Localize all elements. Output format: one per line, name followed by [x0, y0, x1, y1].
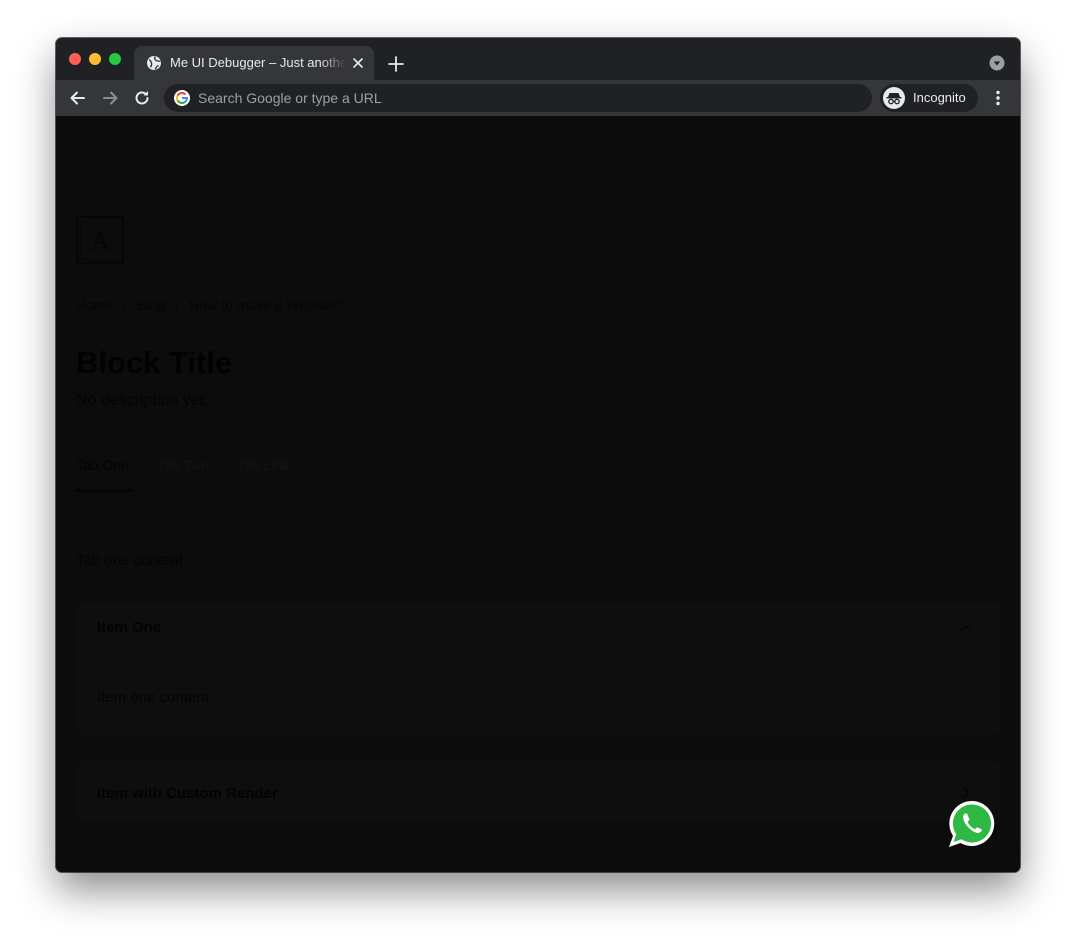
breadcrumb-current: How to make a Website? [189, 297, 345, 313]
accordion-header[interactable]: Item One [97, 619, 161, 637]
tab-link[interactable]: Tab Link [237, 456, 289, 474]
maximize-window-button[interactable] [109, 53, 121, 65]
tab-one[interactable]: Tab One [76, 456, 129, 474]
google-g-icon [174, 90, 190, 106]
browser-toolbar: Search Google or type a URL Incognito [56, 80, 1020, 116]
tab-title: Me UI Debugger – Just another [170, 55, 346, 70]
page-title: Block Title [76, 345, 233, 380]
accordion-content: Item one content. [97, 689, 213, 706]
active-tab-indicator [76, 489, 133, 492]
minimize-window-button[interactable] [89, 53, 101, 65]
accordion-item-custom: Item with Custom Render [76, 762, 1000, 820]
tab-strip: Me UI Debugger – Just another [56, 38, 1020, 80]
breadcrumb-separator: / [175, 297, 180, 313]
close-tab-icon[interactable] [350, 55, 366, 71]
globe-icon [147, 56, 161, 70]
tab-two[interactable]: Tab Two [157, 456, 209, 474]
logo-letter: A [91, 226, 110, 255]
accordion-item-one: Item One Item one content. [76, 604, 1000, 734]
tab-panel-content: Tab one content. [76, 552, 187, 569]
breadcrumb: Home / Blog / How to make a Website? [76, 296, 345, 314]
breadcrumb-separator: / [123, 297, 128, 313]
address-bar[interactable]: Search Google or type a URL [164, 84, 872, 112]
page-description: No description yet. [76, 392, 209, 409]
incognito-label: Incognito [913, 90, 966, 105]
whatsapp-icon[interactable] [946, 798, 998, 850]
accordion-header[interactable]: Item with Custom Render [97, 785, 278, 803]
close-window-button[interactable] [69, 53, 81, 65]
back-arrow-icon[interactable] [68, 88, 88, 108]
browser-window: Me UI Debugger – Just another Search Goo… [56, 38, 1020, 872]
more-menu-icon[interactable] [988, 88, 1008, 108]
tab-search-icon[interactable] [989, 55, 1005, 71]
page-content: A Home / Blog / How to make a Website? Block… [56, 116, 1020, 872]
incognito-profile-button[interactable]: Incognito [880, 84, 978, 112]
new-tab-icon[interactable] [386, 54, 406, 74]
incognito-icon [886, 93, 902, 105]
site-logo[interactable]: A [76, 216, 124, 264]
forward-arrow-icon[interactable] [100, 88, 120, 108]
chevron-up-icon[interactable] [958, 620, 974, 636]
breadcrumb-link-blog[interactable]: Blog [137, 297, 165, 313]
address-bar-placeholder: Search Google or type a URL [198, 90, 382, 106]
browser-tab[interactable]: Me UI Debugger – Just another [134, 46, 374, 80]
incognito-avatar [883, 87, 905, 109]
breadcrumb-link-home[interactable]: Home [76, 297, 113, 313]
reload-icon[interactable] [132, 88, 152, 108]
